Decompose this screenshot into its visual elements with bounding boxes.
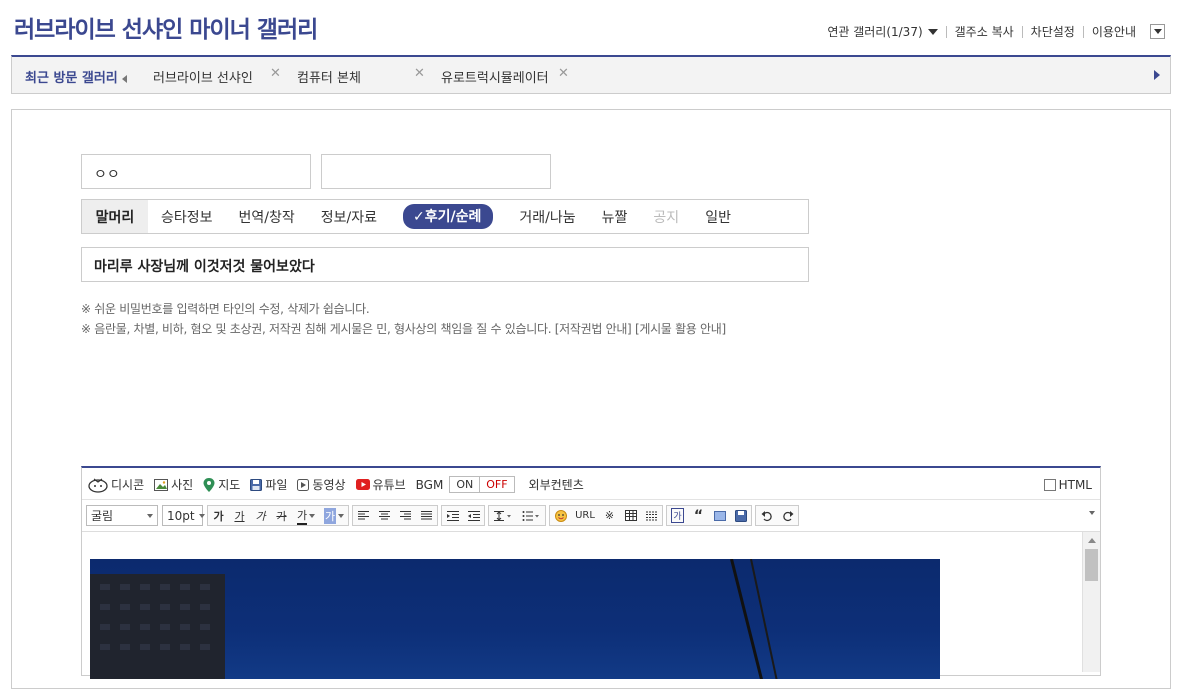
bgm-off[interactable]: OFF: [479, 477, 513, 492]
subject-input[interactable]: 마리루 사장님께 이것저것 물어보았다: [81, 247, 809, 282]
insert-group: URL ※: [549, 505, 663, 526]
photo-power-line: [750, 559, 780, 679]
undo-icon[interactable]: [756, 506, 777, 525]
youtube-button[interactable]: 유튜브: [355, 476, 406, 493]
video-button[interactable]: 동영상: [297, 476, 346, 493]
youtube-icon: [355, 479, 370, 490]
text-style-group: 가 가 가 가 가 가: [207, 505, 349, 526]
scroll-thumb[interactable]: [1085, 549, 1098, 581]
external-content-button[interactable]: 외부컨텐츠: [529, 476, 584, 493]
align-left-icon[interactable]: [353, 506, 374, 525]
history-group: [755, 505, 799, 526]
recent-item[interactable]: 러브라이브 선샤인: [153, 67, 253, 86]
save-draft-icon[interactable]: [730, 506, 751, 525]
top-links: 연관 갤러리(1/37) 갤주소 복사 차단설정 이용안내: [819, 24, 1165, 39]
list-icon[interactable]: [517, 506, 545, 525]
toolbar-divider: [82, 499, 1100, 500]
category-item-selected[interactable]: ✓후기/순례: [403, 204, 494, 229]
category-item[interactable]: 번역/창작: [226, 207, 308, 227]
redo-icon[interactable]: [777, 506, 798, 525]
category-head: 말머리: [82, 200, 148, 233]
more-dropdown-button[interactable]: [1150, 24, 1165, 39]
toolbar-expand-icon[interactable]: [1089, 511, 1095, 515]
category-item[interactable]: 승타정보: [148, 207, 226, 227]
chevron-down-icon: [198, 513, 205, 518]
photo-building: [90, 574, 225, 679]
photo-power-line: [730, 559, 765, 679]
video-icon: [297, 478, 310, 491]
outdent-icon[interactable]: [463, 506, 484, 525]
dccon-icon: [88, 478, 108, 493]
editor-toolbar-format: 굴림 10pt 가 가 가 가 가 가 URL ※ 가 “: [86, 505, 802, 526]
background-icon[interactable]: [709, 506, 730, 525]
recent-label: 최근 방문 갤러리: [25, 67, 127, 86]
category-item[interactable]: 일반: [692, 207, 744, 227]
close-icon[interactable]: ✕: [270, 66, 281, 81]
bgm-label: BGM: [415, 477, 444, 492]
usage-guide-link[interactable]: 이용안내: [1082, 25, 1144, 38]
inserted-photo[interactable]: [90, 559, 940, 679]
scroll-up-icon[interactable]: [1088, 538, 1096, 543]
notice-legal: ※ 음란물, 차별, 비하, 혐오 및 초상권, 저작권 침해 게시물은 민, …: [81, 322, 726, 336]
copy-address-link[interactable]: 갤주소 복사: [945, 25, 1022, 38]
category-item-disabled: 공지: [653, 209, 680, 226]
recent-galleries-bar: 최근 방문 갤러리 러브라이브 선샤인 ✕ 컴퓨터 본체 ✕ 유로트럭시뮬레이터…: [11, 55, 1171, 94]
password-input[interactable]: [321, 154, 551, 189]
bg-color-icon[interactable]: 가: [320, 506, 348, 525]
indent-icon[interactable]: [442, 506, 463, 525]
strikethrough-icon[interactable]: 가: [271, 506, 292, 525]
chevron-down-icon: [147, 513, 153, 518]
html-checkbox[interactable]: [1043, 479, 1056, 491]
bold-icon[interactable]: 가: [208, 506, 229, 525]
block-group: 가 “: [666, 505, 752, 526]
chevron-down-icon: [1153, 29, 1162, 34]
map-button[interactable]: 지도: [203, 476, 240, 493]
notice-password: ※ 쉬운 비밀번호를 입력하면 타인의 수정, 삭제가 쉽습니다.: [81, 302, 370, 316]
block-settings-link[interactable]: 차단설정: [1021, 25, 1083, 38]
editor-toolbar-media: 디시콘 사진 지도 파일 동영상 유튜브 BGM ON OFF 외부컨텐츠: [88, 476, 584, 493]
recent-item[interactable]: 유로트럭시뮬레이터: [441, 67, 549, 86]
scroll-right-icon[interactable]: [1154, 70, 1160, 80]
line-height-icon[interactable]: [489, 506, 517, 525]
font-family-select[interactable]: 굴림: [86, 505, 158, 526]
nickname-input[interactable]: ㅇㅇ: [81, 154, 311, 189]
category-item[interactable]: 거래/나눔: [506, 207, 588, 227]
recent-item[interactable]: 컴퓨터 본체: [297, 67, 361, 86]
dccon-button[interactable]: 디시콘: [88, 476, 144, 493]
save-file-icon: [250, 478, 263, 491]
category-item[interactable]: 정보/자료: [308, 207, 390, 227]
align-justify-icon[interactable]: [416, 506, 437, 525]
font-size-select[interactable]: 10pt: [162, 505, 205, 526]
quote-icon[interactable]: “: [688, 506, 709, 525]
underline-icon[interactable]: 가: [229, 506, 250, 525]
close-icon[interactable]: ✕: [414, 66, 425, 81]
photo-icon: [154, 478, 169, 491]
table-icon[interactable]: [620, 506, 641, 525]
url-icon[interactable]: URL: [571, 506, 599, 525]
photo-button[interactable]: 사진: [154, 476, 193, 493]
font-color-icon[interactable]: 가: [292, 506, 320, 525]
file-button[interactable]: 파일: [250, 476, 287, 493]
text-box-icon[interactable]: 가: [667, 506, 688, 525]
category-bar: 말머리 승타정보 번역/창작 정보/자료 ✓후기/순례 거래/나눔 뉴짤 공지 …: [81, 199, 809, 234]
align-center-icon[interactable]: [374, 506, 395, 525]
gallery-title[interactable]: 러브라이브 선샤인 마이너 갤러리: [14, 10, 318, 44]
close-icon[interactable]: ✕: [558, 66, 569, 81]
bgm-on[interactable]: ON: [450, 477, 479, 492]
related-gallery-link[interactable]: 연관 갤러리(1/37): [819, 26, 945, 38]
spacing-group: [488, 505, 546, 526]
align-right-icon[interactable]: [395, 506, 416, 525]
emoticon-icon[interactable]: [550, 506, 571, 525]
special-char-icon[interactable]: ※: [599, 506, 620, 525]
bgm-toggle[interactable]: ON OFF: [449, 476, 515, 493]
map-pin-icon: [203, 477, 215, 492]
horizontal-rule-icon[interactable]: [641, 506, 662, 525]
dropdown-icon: [927, 29, 938, 35]
html-mode-toggle[interactable]: HTML: [1043, 478, 1092, 492]
indent-group: [441, 505, 485, 526]
italic-icon[interactable]: 가: [250, 506, 271, 525]
align-group: [352, 505, 438, 526]
collapse-left-icon[interactable]: [121, 74, 127, 83]
category-item[interactable]: 뉴짤: [589, 207, 641, 227]
